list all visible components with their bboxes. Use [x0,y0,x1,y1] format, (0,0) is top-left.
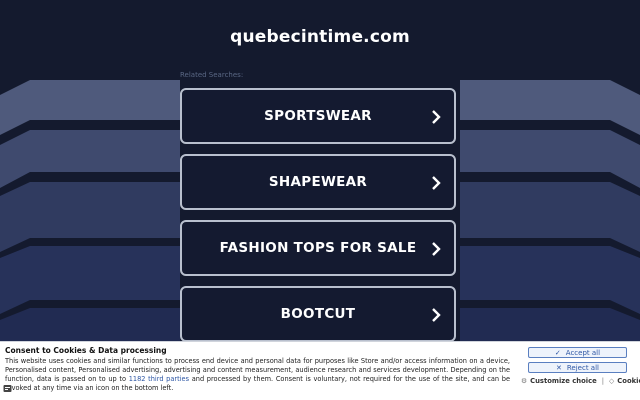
related-searches-label: Related Searches: [180,71,244,79]
third-parties-link[interactable]: 1182 third parties [129,375,189,383]
consent-secondary-links: ⚙Customize choice | ◇Cookies [521,377,640,385]
gear-icon: ⚙ [521,377,528,385]
accept-all-button[interactable]: ✓ Accept all [528,347,627,358]
reject-all-button[interactable]: ✕ Reject all [528,362,627,373]
customize-choice-link[interactable]: Customize choice [530,377,597,385]
site-domain-title: quebecintime.com [230,27,410,47]
accept-all-label: Accept all [565,348,601,357]
chevron-right-icon [432,176,441,190]
related-search-fashion-tops[interactable]: FASHION TOPS FOR SALE [180,220,456,276]
related-search-label: SPORTSWEAR [264,108,372,124]
chevron-right-icon [432,110,441,124]
reject-all-label: Reject all [566,363,599,372]
chevron-right-icon [432,308,441,322]
related-search-label: FASHION TOPS FOR SALE [219,240,417,256]
consent-title: Consent to Cookies & Data processing [5,346,167,355]
consent-text: This website uses cookies and similar fu… [5,357,510,393]
related-search-shapewear[interactable]: SHAPEWEAR [180,154,456,210]
related-search-label: BOOTCUT [280,306,356,322]
cookies-link[interactable]: Cookies [617,377,640,385]
close-icon: ✕ [556,363,562,372]
consent-settings-icon[interactable] [3,384,12,393]
related-search-sportswear[interactable]: SPORTSWEAR [180,88,456,144]
cookie-icon: ◇ [609,377,615,385]
related-search-bootcut[interactable]: BOOTCUT [180,286,456,342]
check-icon: ✓ [554,348,561,357]
chevron-right-icon [432,242,441,256]
related-search-label: SHAPEWEAR [268,174,368,190]
link-separator: | [601,377,605,385]
